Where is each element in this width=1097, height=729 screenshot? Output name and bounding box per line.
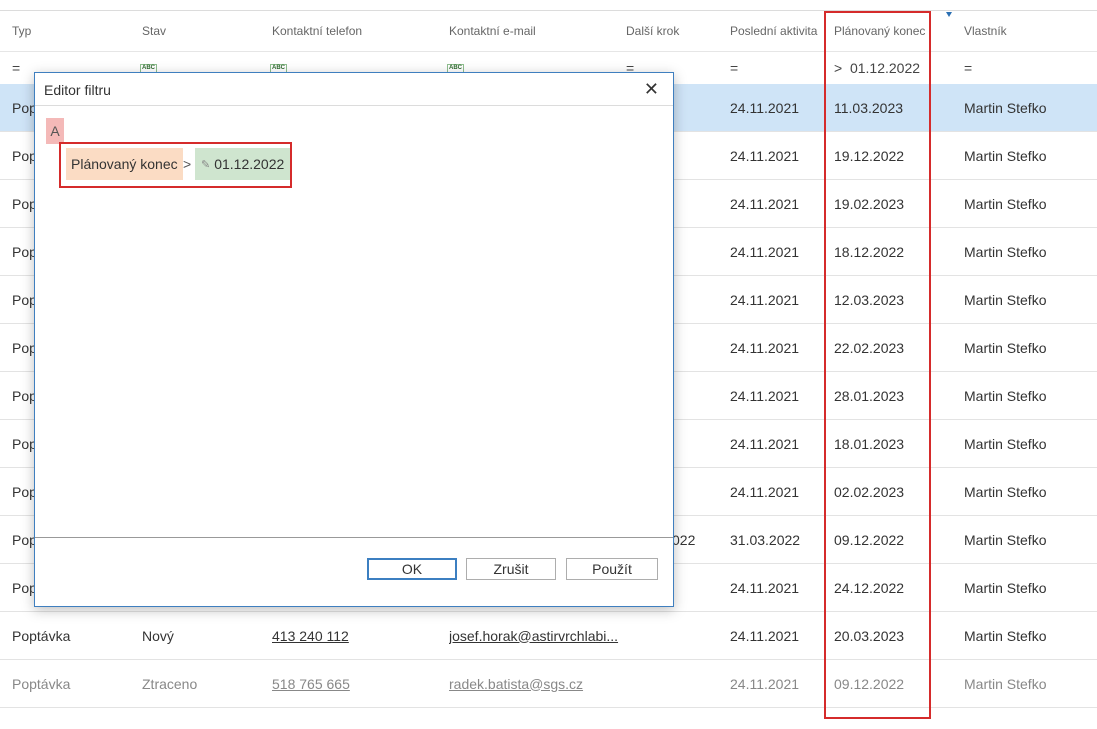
col-header-dalsi-krok[interactable]: Další krok [626,11,726,51]
cell-dalsi-krok [672,180,722,227]
col-header-telefon[interactable]: Kontaktní telefon [272,11,442,51]
apply-button[interactable]: Použít [566,558,658,580]
cell-stav: Nový [142,627,174,644]
cell-dalsi-krok [672,324,722,371]
cell-planovany-konec: 02.02.2023 [834,483,905,500]
condition-value-text: 01.12.2022 [214,156,285,172]
col-header-posledni-aktivita[interactable]: Poslední aktivita [730,11,824,51]
cell-vlastnik: Martin Stefko [964,147,1047,164]
filter-active-icon [946,12,952,17]
cell-posledni-aktivita: 31.03.2022 [730,531,801,548]
cell-dalsi-krok [672,228,722,275]
cell-vlastnik: Martin Stefko [964,675,1047,692]
grid-header: Typ Stav Kontaktní telefon Kontaktní e-m… [0,11,1097,52]
cell-posledni-aktivita: 24.11.2021 [730,627,800,644]
cell-posledni-aktivita: 24.11.2021 [730,387,800,404]
cell-planovany-konec: 09.12.2022 [834,675,905,692]
close-icon[interactable]: ✕ [644,80,659,98]
filter-group-chip[interactable]: A [46,118,64,144]
cell-dalsi-krok [672,660,722,707]
cell-planovany-konec: 28.01.2023 [834,387,905,404]
cell-planovany-konec: 20.03.2023 [834,627,905,644]
cell-planovany-konec: 19.02.2023 [834,195,905,212]
cell-telefon[interactable]: 518 765 665 [272,660,442,707]
filter-editor-dialog: Editor filtru ✕ A Plánovaný konec > ✎ 01… [34,72,674,607]
cell-planovany-konec: 24.12.2022 [834,579,905,596]
cell-planovany-konec: 18.12.2022 [834,243,905,260]
cancel-button[interactable]: Zrušit [466,558,556,580]
cell-dalsi-krok [672,468,722,515]
cell-planovany-konec: 19.12.2022 [834,147,905,164]
cell-vlastnik: Martin Stefko [964,435,1047,452]
cell-dalsi-krok [672,276,722,323]
cell-posledni-aktivita: 24.11.2021 [730,291,800,308]
cell-posledni-aktivita: 24.11.2021 [730,195,800,212]
col-header-typ[interactable]: Typ [12,11,132,51]
cell-dalsi-krok [672,420,722,467]
cell-planovany-konec: 12.03.2023 [834,291,905,308]
pencil-icon: ✎ [201,158,211,171]
cell-posledni-aktivita: 24.11.2021 [730,675,800,692]
cell-dalsi-krok [672,564,722,611]
cell-posledni-aktivita: 24.11.2021 [730,243,800,260]
cell-typ: Poptávka [12,675,71,692]
cell-posledni-aktivita: 24.11.2021 [730,147,800,164]
col-header-email[interactable]: Kontaktní e-mail [449,11,619,51]
cell-planovany-konec: 11.03.2023 [834,99,904,116]
cell-typ: Poptávka [12,627,71,644]
cell-vlastnik: Martin Stefko [964,627,1047,644]
filter-vlastnik[interactable]: = [964,52,1084,84]
ok-button[interactable]: OK [367,558,457,580]
cell-vlastnik: Martin Stefko [964,579,1047,596]
condition-field-chip[interactable]: Plánovaný konec [66,148,183,180]
cell-posledni-aktivita: 24.11.2021 [730,99,800,116]
cell-dalsi-krok [672,132,722,179]
cell-vlastnik: Martin Stefko [964,243,1047,260]
cell-stav: Ztraceno [142,675,198,692]
cell-telefon[interactable]: 413 240 112 [272,612,442,659]
col-header-stav[interactable]: Stav [142,11,262,51]
table-row[interactable]: Poptávka Nový 413 240 112 josef.horak@astir… [0,612,1097,660]
cell-dalsi-krok: 022 [672,531,696,548]
condition-value-chip[interactable]: ✎ 01.12.2022 [195,148,291,180]
dialog-footer-divider [35,537,673,538]
cell-dalsi-krok [672,612,722,659]
cell-posledni-aktivita: 24.11.2021 [730,579,800,596]
table-row[interactable]: Poptávka Ztraceno 518 765 665 radek.batista… [0,660,1097,708]
cell-vlastnik: Martin Stefko [964,387,1047,404]
cell-vlastnik: Martin Stefko [964,483,1047,500]
filter-planovany-konec[interactable]: > 01.12.2022 [834,52,930,84]
cell-vlastnik: Martin Stefko [964,339,1047,356]
cell-posledni-aktivita: 24.11.2021 [730,339,800,356]
condition-operator[interactable]: > [183,156,191,172]
col-header-vlastnik[interactable]: Vlastník [964,11,1084,51]
dialog-title: Editor filtru [44,82,111,98]
cell-email[interactable]: josef.horak@astirvrchlabi... [449,612,619,659]
cell-vlastnik: Martin Stefko [964,291,1047,308]
cell-planovany-konec: 09.12.2022 [834,531,905,548]
cell-email[interactable]: radek.batista@sgs.cz [449,660,619,707]
cell-vlastnik: Martin Stefko [964,99,1047,116]
col-header-planovany-konec[interactable]: Plánovaný konec [834,11,930,51]
cell-posledni-aktivita: 24.11.2021 [730,483,800,500]
cell-posledni-aktivita: 24.11.2021 [730,435,800,452]
cell-dalsi-krok [672,372,722,419]
cell-planovany-konec: 22.02.2023 [834,339,905,356]
dialog-divider [35,105,673,106]
cell-dalsi-krok [672,84,722,131]
cell-vlastnik: Martin Stefko [964,531,1047,548]
cell-planovany-konec: 18.01.2023 [834,435,905,452]
filter-posledni-aktivita[interactable]: = [730,52,824,84]
cell-vlastnik: Martin Stefko [964,195,1047,212]
